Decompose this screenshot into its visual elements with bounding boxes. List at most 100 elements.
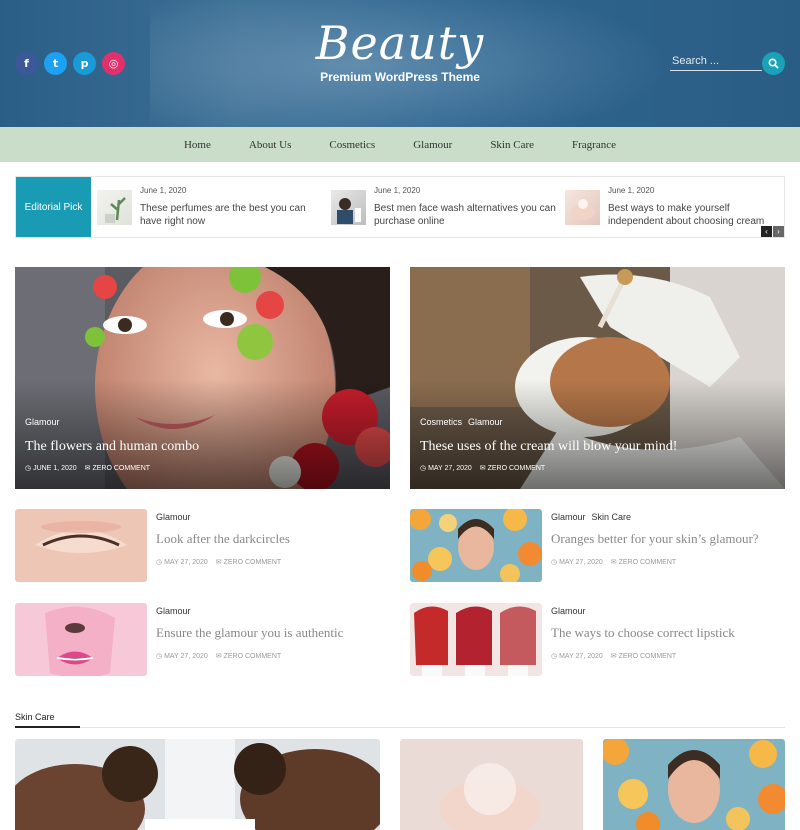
search-input[interactable]: Search ... [670, 53, 762, 71]
facebook-icon[interactable]: f [15, 52, 38, 75]
post-meta: ◷ MAY 27, 2020 ✉ ZERO COMMENT [551, 652, 676, 660]
instagram-icon[interactable]: ◎ [102, 52, 125, 75]
ticker-thumbnail[interactable] [97, 190, 132, 225]
featured-post[interactable]: Glamour The flowers and human combo ◷ JU… [15, 267, 390, 489]
post-item: Glamour Skin Care Oranges better for you… [410, 509, 785, 587]
post-date: ◷ MAY 27, 2020 [551, 653, 603, 660]
post-categories: Glamour [25, 417, 60, 427]
post-thumbnail[interactable] [15, 509, 147, 582]
comment-icon: ✉ [215, 559, 224, 566]
post-comments[interactable]: ✉ ZERO COMMENT [216, 558, 281, 566]
ticker-title[interactable]: Best ways to make yourself independent a… [608, 202, 784, 228]
main-navigation: Home About Us Cosmetics Glamour Skin Car… [0, 127, 800, 162]
post-thumbnail[interactable] [15, 603, 147, 676]
site-logo[interactable]: Beauty Premium WordPress Theme [280, 18, 520, 84]
ticker-item[interactable]: June 1, 2020 Best ways to make yourself … [565, 177, 785, 237]
post-item: Glamour Look after the darkcircles ◷ MAY… [15, 509, 390, 587]
post-item: Glamour The ways to choose correct lipst… [410, 603, 785, 681]
ticker-thumbnail[interactable] [331, 190, 366, 225]
ticker-title[interactable]: These perfumes are the best you can have… [140, 202, 325, 228]
post-date: ◷ MAY 27, 2020 [551, 559, 603, 566]
nav-item-home[interactable]: Home [165, 139, 230, 151]
post-title[interactable]: Oranges better for your skin’s glamour? [551, 531, 759, 547]
comment-icon: ✉ [610, 653, 619, 660]
post-title[interactable]: These uses of the cream will blow your m… [420, 439, 677, 455]
featured-post[interactable]: Cosmetics Glamour These uses of the crea… [410, 267, 785, 489]
category-link[interactable]: Glamour [156, 512, 191, 522]
post-thumbnail[interactable] [410, 603, 542, 676]
category-link[interactable]: Glamour [25, 417, 60, 427]
ticker-item[interactable]: June 1, 2020 Best men face wash alternat… [331, 177, 556, 237]
post-meta: ◷ MAY 27, 2020 ✉ ZERO COMMENT [156, 652, 281, 660]
category-link[interactable]: Glamour [468, 417, 503, 427]
search-icon [768, 58, 779, 69]
post-comments[interactable]: ✉ ZERO COMMENT [611, 652, 676, 660]
post-meta: ◷ MAY 27, 2020 ✉ ZERO COMMENT [156, 558, 281, 566]
ticker-arrows: ‹ › [761, 226, 784, 237]
post-date: ◷ MAY 27, 2020 [156, 559, 208, 566]
twitter-icon[interactable]: t [44, 52, 67, 75]
ticker-title[interactable]: Best men face wash alternatives you can … [374, 202, 559, 228]
chevron-right-icon[interactable]: › [773, 226, 784, 237]
nav-item-skin-care[interactable]: Skin Care [471, 139, 553, 151]
post-date: ◷ MAY 27, 2020 [156, 653, 208, 660]
category-link[interactable]: Glamour [551, 606, 586, 616]
post-title[interactable]: Ensure the glamour you is authentic [156, 625, 343, 641]
post-date: ◷ MAY 27, 2020 [420, 465, 472, 472]
category-link[interactable]: Skin Care [592, 512, 632, 522]
post-thumbnail[interactable] [410, 509, 542, 582]
skin-care-post-image[interactable] [400, 739, 583, 830]
ticker-item[interactable]: June 1, 2020 These perfumes are the best… [97, 177, 322, 237]
image-overlay [410, 379, 785, 489]
skin-care-post-image[interactable] [603, 739, 785, 830]
ticker-label: Editorial Pick [16, 177, 91, 237]
post-meta: ◷ JUNE 1, 2020 ✉ ZERO COMMENT [25, 464, 150, 472]
post-title[interactable]: The flowers and human combo [25, 439, 199, 455]
nav-item-about-us[interactable]: About Us [230, 139, 310, 151]
image-overlay [15, 379, 390, 489]
post-comments[interactable]: ✉ ZERO COMMENT [480, 464, 545, 472]
clock-icon: ◷ [420, 465, 429, 472]
post-categories: Cosmetics Glamour [420, 417, 503, 427]
search-button[interactable] [762, 52, 785, 75]
skin-care-post-image[interactable] [15, 739, 380, 830]
social-links: f t p ◎ [15, 52, 125, 75]
nav-item-glamour[interactable]: Glamour [394, 139, 471, 151]
logo-tagline: Premium WordPress Theme [320, 70, 480, 84]
comment-icon: ✉ [479, 465, 488, 472]
post-date: ◷ JUNE 1, 2020 [25, 465, 77, 472]
ticker-date: June 1, 2020 [140, 186, 187, 195]
clock-icon: ◷ [156, 653, 165, 660]
post-comments[interactable]: ✉ ZERO COMMENT [85, 464, 150, 472]
post-meta: ◷ MAY 27, 2020 ✉ ZERO COMMENT [420, 464, 545, 472]
comment-icon: ✉ [215, 653, 224, 660]
post-categories: Glamour [156, 606, 191, 616]
clock-icon: ◷ [25, 465, 34, 472]
post-meta: ◷ MAY 27, 2020 ✉ ZERO COMMENT [551, 558, 676, 566]
nav-item-cosmetics[interactable]: Cosmetics [310, 139, 394, 151]
post-comments[interactable]: ✉ ZERO COMMENT [216, 652, 281, 660]
post-title[interactable]: The ways to choose correct lipstick [551, 625, 735, 641]
category-link[interactable]: Glamour [156, 606, 191, 616]
site-header: f t p ◎ Beauty Premium WordPress Theme S… [0, 0, 800, 127]
ticker-date: June 1, 2020 [608, 186, 655, 195]
nav-item-fragrance[interactable]: Fragrance [553, 139, 635, 151]
post-comments[interactable]: ✉ ZERO COMMENT [611, 558, 676, 566]
post-title[interactable]: Look after the darkcircles [156, 531, 290, 547]
editorial-pick-ticker: Editorial Pick June 1, 2020 These perfum… [15, 176, 785, 238]
post-categories: Glamour [551, 606, 586, 616]
post-categories: Glamour [156, 512, 191, 522]
clock-icon: ◷ [551, 653, 560, 660]
logo-script: Beauty [315, 16, 485, 70]
chevron-left-icon[interactable]: ‹ [761, 226, 772, 237]
ticker-date: June 1, 2020 [374, 186, 421, 195]
category-link[interactable]: Glamour [551, 512, 586, 522]
pinterest-icon[interactable]: p [73, 52, 96, 75]
section-title-underline [15, 726, 80, 728]
clock-icon: ◷ [156, 559, 165, 566]
post-categories: Glamour Skin Care [551, 512, 631, 522]
post-item: Glamour Ensure the glamour you is authen… [15, 603, 390, 681]
ticker-thumbnail[interactable] [565, 190, 600, 225]
category-link[interactable]: Cosmetics [420, 417, 462, 427]
section-title: Skin Care [15, 712, 55, 722]
